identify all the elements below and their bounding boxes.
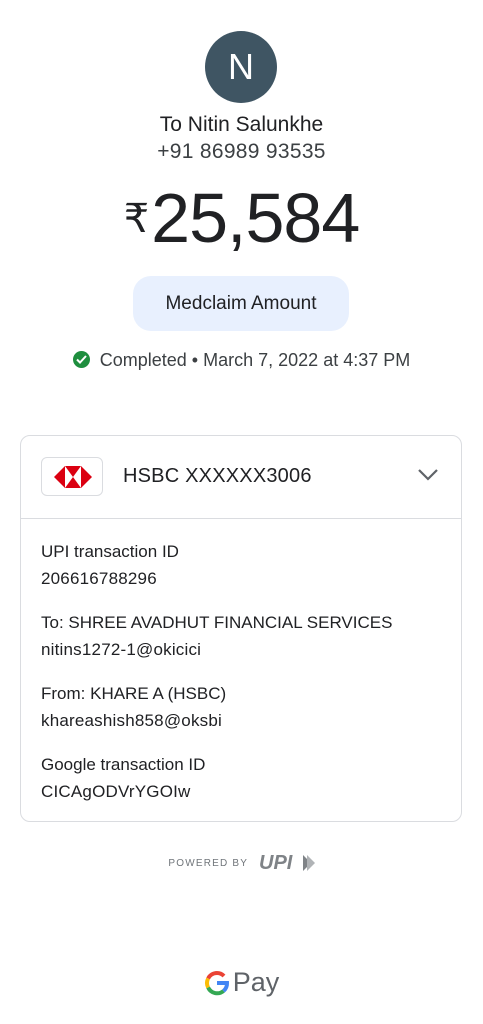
powered-by-text: POWERED BY — [168, 857, 249, 869]
status-text: Completed — [99, 350, 187, 370]
google-transaction-id-value[interactable]: CICAgODVrYGOIw — [41, 782, 191, 802]
hsbc-logo-icon — [41, 457, 103, 496]
powered-by-upi: POWERED BY UPI — [0, 852, 483, 874]
bank-account-row[interactable]: HSBC XXXXXX3006 — [21, 436, 461, 519]
google-pay-logo: Pay — [0, 967, 483, 998]
upi-transaction-id-value[interactable]: 206616788296 — [41, 569, 157, 589]
svg-text:UPI: UPI — [259, 852, 293, 874]
status-separator: • — [191, 350, 199, 370]
recipient-phone: +91 86989 93535 — [157, 140, 326, 163]
from-upi-id-value[interactable]: khareashish858@oksbi — [41, 711, 222, 731]
payment-amount: ₹25,584 — [0, 178, 483, 258]
recipient-avatar: N — [205, 31, 277, 103]
google-g-icon — [204, 970, 229, 995]
payment-note-chip: Medclaim Amount — [133, 276, 349, 331]
transaction-datetime: March 7, 2022 at 4:37 PM — [203, 350, 411, 370]
google-transaction-id-label: Google transaction ID — [41, 755, 206, 774]
amount-value: 25,584 — [151, 179, 360, 257]
currency-symbol: ₹ — [123, 197, 150, 241]
transaction-details-card: HSBC XXXXXX3006 UPI transaction ID 20661… — [20, 435, 462, 822]
check-circle-icon — [72, 351, 90, 368]
pay-wordmark: Pay — [232, 967, 280, 997]
upi-logo-icon: UPI — [259, 852, 315, 874]
to-account-label: To: SHREE AVADHUT FINANCIAL SERVICES — [41, 613, 393, 632]
recipient-name: To Nitin Salunkhe — [159, 113, 324, 136]
status-row: Completed • March 7, 2022 at 4:37 PM — [0, 350, 483, 371]
upi-transaction-id-label: UPI transaction ID — [41, 542, 179, 561]
to-upi-id-value[interactable]: nitins1272-1@okicici — [41, 640, 201, 660]
bank-account-name: HSBC XXXXXX3006 — [123, 465, 312, 487]
from-account-label: From: KHARE A (HSBC) — [41, 684, 227, 703]
chevron-down-icon[interactable] — [417, 468, 439, 482]
